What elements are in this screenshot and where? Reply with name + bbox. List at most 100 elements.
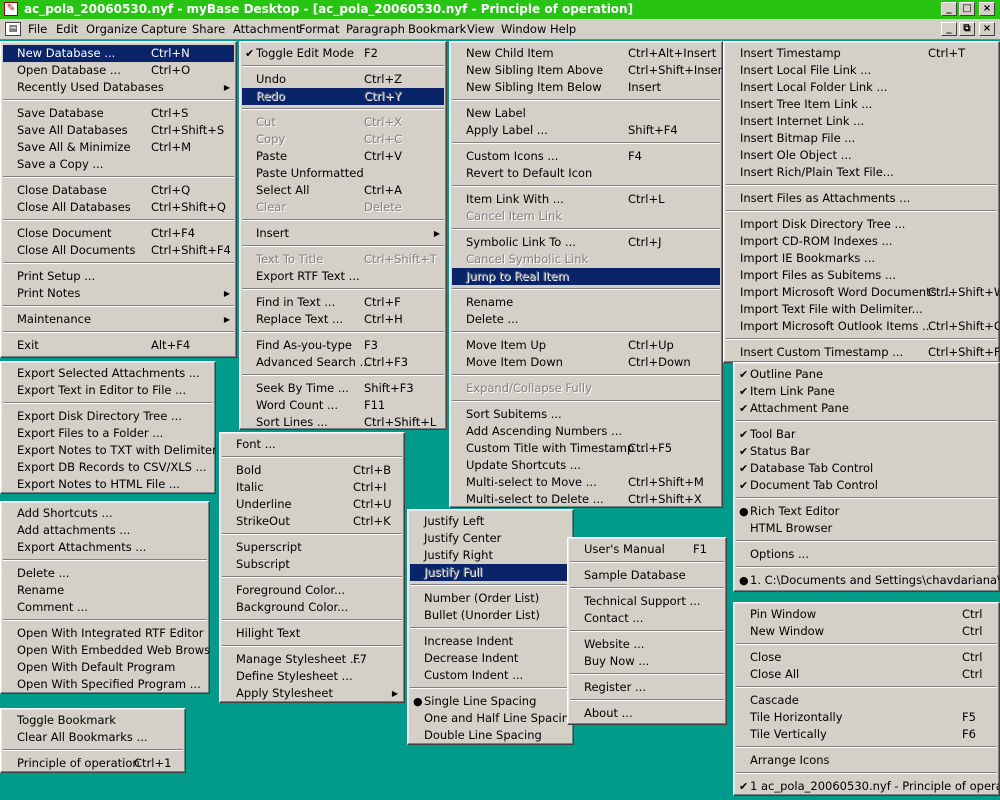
edit-menu-item-replace-text[interactable]: Replace Text ... Ctrl+H [242,311,444,328]
capture-menu-item-insert-timestamp[interactable]: Insert Timestamp Ctrl+T [726,45,997,62]
organize-menu-item-sort-subitems[interactable]: Sort Subitems ... [452,406,720,423]
menubar-window[interactable]: Window [501,22,546,36]
paragraph-menu-item-justify-center[interactable]: Justify Center [410,530,571,547]
format-menu-item-manage-stylesheet[interactable]: Manage Stylesheet ... F7 [222,651,402,668]
capture-menu-item-import-ie-bookmarks[interactable]: Import IE Bookmarks ... [726,250,997,267]
view-menu-item-database-tab-control[interactable]: ✔ Database Tab Control [736,460,997,477]
attachment-menu-item-add-shortcuts[interactable]: Add Shortcuts ... [3,505,207,522]
minimize-button[interactable]: _ [941,2,957,16]
share-menu-item-export-disk-directory-tree[interactable]: Export Disk Directory Tree ... [3,408,213,425]
format-menu-item-apply-stylesheet[interactable]: Apply Stylesheet ▶ [222,685,402,702]
view-menu-item-item-link-pane[interactable]: ✔ Item Link Pane [736,383,997,400]
capture-menu-item-insert-custom-timestamp[interactable]: Insert Custom Timestamp ... Ctrl+Shift+F5 [726,344,999,361]
capture-menu-item-import-text-file-with-delimiter[interactable]: Import Text File with Delimiter... [726,301,997,318]
window-menu-item-1-ac-pola-20060530-nyf-principle-of-oper[interactable]: ✔ 1 ac_pola_20060530.nyf - Principle of o… [736,778,999,795]
document-icon[interactable]: ▤ [5,22,21,36]
organize-menu-item-custom-title-with-timestamp[interactable]: Custom Title with Timestamp ... Ctrl+F5 [452,440,720,457]
file-menu-item-recently-used-databases[interactable]: Recently Used Databases ▶ [3,79,234,96]
organize-menu-item-move-item-up[interactable]: Move Item Up Ctrl+Up [452,337,720,354]
format-menu-item-strikeout[interactable]: StrikeOut Ctrl+K [222,513,402,530]
paragraph-menu-item-single-line-spacing[interactable]: ● Single Line Spacing [410,693,571,710]
bookmark-menu-item-clear-all-bookmarks[interactable]: Clear All Bookmarks ... [3,729,183,746]
format-menu-item-define-stylesheet[interactable]: Define Stylesheet ... [222,668,402,685]
capture-menu-item-insert-rich-plain-text-file[interactable]: Insert Rich/Plain Text File... [726,164,997,181]
format-menu-item-background-color[interactable]: Background Color... [222,599,402,616]
share-menu-item-export-notes-to-txt-with-delimiter[interactable]: Export Notes to TXT with Delimiter... [3,442,215,459]
format-menu-item-subscript[interactable]: Subscript [222,556,402,573]
paragraph-menu-item-double-line-spacing[interactable]: Double Line Spacing [410,727,571,744]
paragraph-menu-item-one-and-half-line-spacing[interactable]: One and Half Line Spacing [410,710,573,727]
view-menu-item-outline-pane[interactable]: ✔ Outline Pane [736,366,997,383]
organize-menu-item-apply-label[interactable]: Apply Label ... Shift+F4 [452,122,720,139]
window-menu-item-tile-horizontally[interactable]: Tile Horizontally F5 [736,709,997,726]
organize-menu-item-add-ascending-numbers[interactable]: Add Ascending Numbers ... [452,423,720,440]
menubar-view[interactable]: View [467,22,494,36]
attachment-menu-item-rename[interactable]: Rename [3,582,207,599]
share-menu-item-export-db-records-to-csv-xls[interactable]: Export DB Records to CSV/XLS ... [3,459,213,476]
file-menu-item-save-database[interactable]: Save Database Ctrl+S [3,105,234,122]
capture-menu-item-insert-internet-link[interactable]: Insert Internet Link ... [726,113,997,130]
attachment-menu-item-delete[interactable]: Delete ... [3,565,207,582]
organize-menu-item-symbolic-link-to[interactable]: Symbolic Link To ... Ctrl+J [452,234,720,251]
format-menu-item-superscript[interactable]: Superscript [222,539,402,556]
menubar-share[interactable]: Share [192,22,225,36]
mdi-restore-button[interactable]: ⧉ [959,22,975,36]
window-menu-item-arrange-icons[interactable]: Arrange Icons [736,752,997,769]
organize-menu-item-multi-select-to-delete[interactable]: Multi-select to Delete ... Ctrl+Shift+X [452,491,720,507]
attachment-menu-item-comment[interactable]: Comment ... [3,599,207,616]
edit-menu-item-find-as-you-type[interactable]: Find As-you-type F3 [242,337,444,354]
attachment-menu-item-open-with-specified-program[interactable]: Open With Specified Program ... [3,676,207,693]
format-menu-item-foreground-color[interactable]: Foreground Color... [222,582,402,599]
capture-menu-item-insert-local-folder-link[interactable]: Insert Local Folder Link ... [726,79,997,96]
help-menu-item-user-s-manual[interactable]: User's Manual F1 [570,541,724,558]
close-button[interactable]: × [979,2,995,16]
view-menu-item-options[interactable]: Options ... [736,546,997,563]
share-menu-item-export-text-in-editor-to-file[interactable]: Export Text in Editor to File ... [3,382,213,399]
window-menu-item-tile-vertically[interactable]: Tile Vertically F6 [736,726,997,743]
format-menu-item-font[interactable]: Font ... [222,436,402,453]
view-menu-item-tool-bar[interactable]: ✔ Tool Bar [736,426,997,443]
window-menu-item-cascade[interactable]: Cascade [736,692,997,709]
file-menu-item-close-database[interactable]: Close Database Ctrl+Q [3,182,234,199]
organize-menu-item-update-shortcuts[interactable]: Update Shortcuts ... [452,457,720,474]
help-menu-item-sample-database[interactable]: Sample Database [570,567,724,584]
file-menu-item-print-notes[interactable]: Print Notes ▶ [3,285,234,302]
bookmark-menu-item-principle-of-operation[interactable]: Principle of operation Ctrl+1 [3,755,183,772]
edit-menu-item-export-rtf-text[interactable]: Export RTF Text ... [242,268,444,285]
organize-menu-item-new-child-item[interactable]: New Child Item Ctrl+Alt+Insert [452,45,720,62]
capture-menu-item-import-files-as-subitems[interactable]: Import Files as Subitems ... [726,267,997,284]
edit-menu-item-undo[interactable]: Undo Ctrl+Z [242,71,444,88]
file-menu-item-open-database[interactable]: Open Database ... Ctrl+O [3,62,234,79]
share-menu-item-export-selected-attachments[interactable]: Export Selected Attachments ... [3,365,213,382]
capture-menu-item-insert-bitmap-file[interactable]: Insert Bitmap File ... [726,130,997,147]
mdi-close-button[interactable]: × [979,22,995,36]
menubar-organize[interactable]: Organize [86,22,138,36]
share-menu-item-export-files-to-a-folder[interactable]: Export Files to a Folder ... [3,425,213,442]
paragraph-menu-item-number-order-list[interactable]: Number (Order List) [410,590,571,607]
edit-menu-item-toggle-edit-mode[interactable]: ✔ Toggle Edit Mode F2 [242,45,444,62]
help-menu-item-register[interactable]: Register ... [570,679,724,696]
format-menu-item-underline[interactable]: Underline Ctrl+U [222,496,402,513]
file-menu-item-save-all-databases[interactable]: Save All Databases Ctrl+Shift+S [3,122,234,139]
organize-menu-item-new-sibling-item-above[interactable]: New Sibling Item Above Ctrl+Shift+Insert [452,62,722,79]
edit-menu-item-find-in-text[interactable]: Find in Text ... Ctrl+F [242,294,444,311]
capture-menu-item-import-disk-directory-tree[interactable]: Import Disk Directory Tree ... [726,216,997,233]
file-menu-item-new-database[interactable]: New Database ... Ctrl+N [3,45,234,62]
capture-menu-item-insert-tree-item-link[interactable]: Insert Tree Item Link ... [726,96,997,113]
attachment-menu-item-add-attachments[interactable]: Add attachments ... [3,522,207,539]
help-menu-item-buy-now[interactable]: Buy Now ... [570,653,724,670]
file-menu-item-close-all-documents[interactable]: Close All Documents Ctrl+Shift+F4 [3,242,234,259]
help-menu-item-about[interactable]: About ... [570,705,724,722]
file-menu-item-exit[interactable]: Exit Alt+F4 [3,337,234,354]
attachment-menu-item-open-with-integrated-rtf-editor[interactable]: Open With Integrated RTF Editor [3,625,207,642]
menubar-file[interactable]: File [28,22,47,36]
edit-menu-item-insert[interactable]: Insert ▶ [242,225,444,242]
help-menu-item-technical-support[interactable]: Technical Support ... [570,593,724,610]
menubar-format[interactable]: Format [299,22,340,36]
capture-menu-item-insert-ole-object[interactable]: Insert Ole Object ... [726,147,997,164]
paragraph-menu-item-increase-indent[interactable]: Increase Indent [410,633,571,650]
edit-menu-item-sort-lines[interactable]: Sort Lines ... Ctrl+Shift+L [242,414,444,429]
organize-menu-item-revert-to-default-icon[interactable]: Revert to Default Icon [452,165,720,182]
file-menu-item-print-setup[interactable]: Print Setup ... [3,268,234,285]
share-menu-item-export-notes-to-html-file[interactable]: Export Notes to HTML File ... [3,476,213,493]
